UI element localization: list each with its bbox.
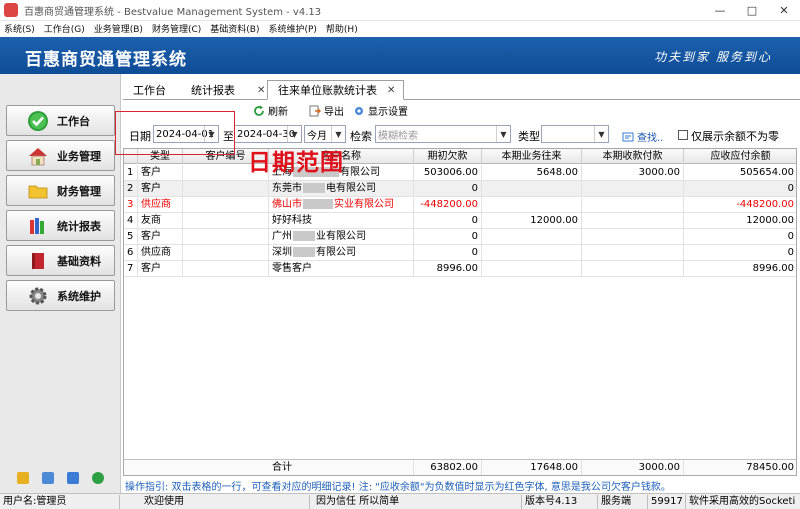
- table-row[interactable]: 2 客户 东莞市 电有限公司 0 0: [124, 181, 796, 197]
- search-icon[interactable]: [67, 472, 80, 484]
- refresh-icon: [254, 105, 264, 116]
- chevron-down-icon[interactable]: ▼: [287, 126, 301, 142]
- nonzero-label: 仅展示余额不为零: [691, 130, 779, 143]
- annotation-label: 日期范围: [248, 150, 344, 176]
- status-bar: 用户名:管理员 欢迎使用 因为信任 所以简单 版本号4.13 服务端 59917…: [0, 493, 800, 509]
- house-icon: [27, 145, 49, 167]
- window-title: 百惠商贸通管理系统 - Bestvalue Management System …: [24, 6, 322, 18]
- book-icon: [27, 250, 49, 272]
- table-row[interactable]: 7 客户 零售客户 8996.00 8996.00: [124, 261, 796, 277]
- settings-icon: [355, 106, 363, 115]
- table-row[interactable]: 4 友商 好好科技 0 12000.00 12000.00: [124, 213, 796, 229]
- column-header[interactable]: 本期收款付款: [582, 149, 684, 164]
- close-tab-icon[interactable]: ✕: [257, 85, 265, 96]
- chevron-down-icon[interactable]: ▼: [496, 126, 510, 142]
- status-port: 59917: [648, 495, 686, 509]
- close-window-button[interactable]: ✕: [768, 0, 800, 21]
- app-banner: 百惠商贸通管理系统 功夫到家 服务到心: [0, 37, 800, 74]
- tab-workbench[interactable]: 工作台: [123, 80, 183, 100]
- brand-title: 百惠商贸通管理系统: [25, 50, 187, 70]
- type-label: 类型: [518, 130, 540, 143]
- total-balance: 78450.00: [684, 460, 796, 475]
- export-button[interactable]: 导出: [309, 103, 344, 118]
- total-label: 合计: [269, 460, 414, 475]
- column-header[interactable]: 应收应付余额: [684, 149, 796, 164]
- redacted-block: [293, 247, 315, 257]
- column-header[interactable]: 本期业务往来: [482, 149, 582, 164]
- status-server-label: 服务端: [598, 495, 648, 509]
- status-motto: 因为信任 所以简单: [310, 495, 522, 509]
- folder-icon: [27, 180, 49, 202]
- total-payment: 3000.00: [582, 460, 684, 475]
- sidebar-item-basic-data[interactable]: 基础资料: [6, 245, 115, 276]
- app-icon: [4, 3, 18, 17]
- gear-icon: [27, 285, 49, 307]
- display-settings-button[interactable]: 显示设置: [353, 103, 408, 118]
- window-titlebar: 百惠商贸通管理系统 - Bestvalue Management System …: [0, 0, 800, 21]
- menu-bar: 系统(S) 工作台(G) 业务管理(B) 财务管理(C) 基础资料(B) 系统维…: [0, 21, 800, 35]
- sidebar-item-label: 系统维护: [57, 289, 101, 303]
- refresh-button[interactable]: 刷新: [253, 103, 288, 118]
- close-tab-icon[interactable]: ✕: [387, 85, 395, 96]
- nonzero-checkbox[interactable]: [678, 130, 688, 140]
- period-select[interactable]: 今月 ▼: [304, 125, 346, 143]
- total-business: 17648.00: [482, 460, 582, 475]
- sidebar-item-finance[interactable]: 财务管理: [6, 175, 115, 206]
- export-icon: [309, 105, 321, 116]
- menu-basic-data[interactable]: 基础资料(B): [210, 22, 259, 35]
- status-version: 版本号4.13: [522, 495, 598, 509]
- find-icon: [622, 132, 634, 141]
- tab-strip: 工作台 统计报表 ✕ 往来单位账款统计表 ✕: [123, 80, 800, 100]
- table-footer: 合计 63802.00 17648.00 3000.00 78450.00: [124, 459, 796, 475]
- brand-slogan: 功夫到家 服务到心: [654, 50, 772, 64]
- check-circle-icon: [27, 110, 49, 132]
- sidebar: 工作台 业务管理 财务管理 统计报表 基础资料 系统维护: [0, 74, 121, 493]
- tab-account-statistics[interactable]: 往来单位账款统计表 ✕: [267, 80, 404, 100]
- sidebar-item-label: 统计报表: [57, 219, 101, 233]
- sidebar-item-maintenance[interactable]: 系统维护: [6, 280, 115, 311]
- menu-help[interactable]: 帮助(H): [326, 22, 358, 35]
- menu-workbench[interactable]: 工作台(G): [44, 22, 85, 35]
- exit-icon[interactable]: [92, 472, 105, 484]
- operation-hint: 操作指引: 双击表格的一行，可查看对应的明细记录! 注: "应收余额"为负数值时…: [125, 482, 671, 493]
- maximize-button[interactable]: □: [736, 0, 768, 21]
- date-to-input[interactable]: 2024-04-30 ▼: [234, 125, 302, 143]
- table-row[interactable]: 1 客户 上海 有限公司 503006.00 5648.00 3000.00 50…: [124, 165, 796, 181]
- table-row[interactable]: 5 客户 广州 业有限公司 0 0: [124, 229, 796, 245]
- status-tech: 软件采用高效的Socketi: [689, 496, 796, 507]
- sidebar-item-label: 工作台: [57, 114, 90, 128]
- account-table: 类型 客户编号 客户名称 期初欠款 本期业务往来 本期收款付款 应收应付余额 1…: [123, 148, 797, 476]
- column-header[interactable]: 期初欠款: [414, 149, 482, 164]
- tab-reports[interactable]: 统计报表 ✕: [181, 80, 267, 100]
- status-welcome: 欢迎使用: [120, 495, 310, 509]
- menu-system[interactable]: 系统(S): [4, 22, 35, 35]
- menu-maintenance[interactable]: 系统维护(P): [268, 22, 316, 35]
- chevron-down-icon[interactable]: ▼: [594, 126, 608, 142]
- books-icon: [27, 215, 49, 237]
- status-user: 用户名:管理员: [0, 495, 120, 509]
- total-opening: 63802.00: [414, 460, 482, 475]
- search-label: 检索: [350, 130, 372, 143]
- sidebar-item-workbench[interactable]: 工作台: [6, 105, 115, 136]
- find-button[interactable]: 查找..: [622, 129, 663, 144]
- sidebar-item-label: 财务管理: [57, 184, 101, 198]
- note-icon[interactable]: [16, 472, 29, 484]
- redacted-block: [303, 199, 333, 209]
- calculator-icon[interactable]: [41, 472, 54, 484]
- sidebar-item-label: 业务管理: [57, 149, 101, 163]
- type-select[interactable]: ▼: [541, 125, 609, 143]
- search-input[interactable]: 模糊检索 ▼: [375, 125, 511, 143]
- sidebar-item-label: 基础资料: [57, 254, 101, 268]
- chevron-down-icon[interactable]: ▼: [331, 126, 345, 142]
- redacted-block: [293, 231, 315, 241]
- table-row[interactable]: 6 供应商 深圳 有限公司 0 0: [124, 245, 796, 261]
- redacted-block: [303, 183, 325, 193]
- minimize-button[interactable]: —: [704, 0, 736, 21]
- annotation-highlight-box: [115, 111, 235, 155]
- menu-business[interactable]: 业务管理(B): [94, 22, 143, 35]
- sidebar-item-reports[interactable]: 统计报表: [6, 210, 115, 241]
- table-row[interactable]: 3 供应商 佛山市 实业有限公司 -448200.00 -448200.00: [124, 197, 796, 213]
- menu-finance[interactable]: 财务管理(C): [152, 22, 201, 35]
- sidebar-item-business[interactable]: 业务管理: [6, 140, 115, 171]
